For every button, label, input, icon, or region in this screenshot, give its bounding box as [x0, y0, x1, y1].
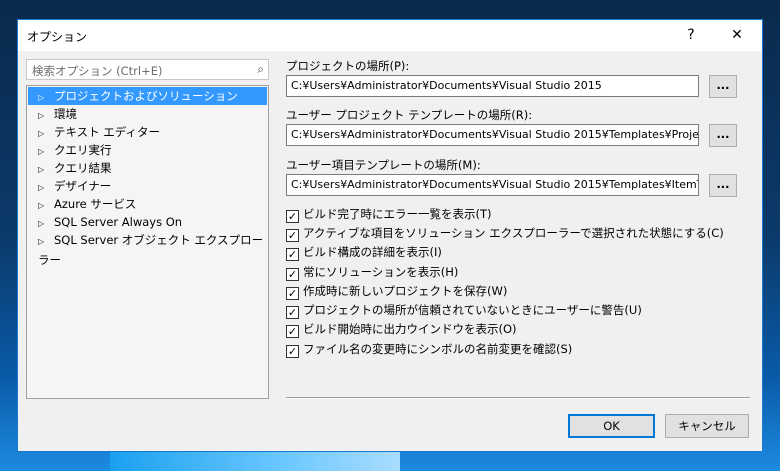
checkbox-track-active-item[interactable]: ✓ アクティブな項目をソリューション エクスプローラーで選択された状態にする(C)	[286, 226, 724, 242]
tree-item-label: デザイナー	[54, 179, 112, 193]
options-dialog: オプション ? ✕ 検索オプション (Ctrl+E) ⌕ ▷ プロジェクトおよびソ…	[17, 19, 763, 452]
tree-item-label: 環境	[54, 107, 77, 121]
tree-item-sql-always-on[interactable]: ▷ SQL Server Always On	[28, 213, 267, 231]
tree-item-sql-object-explorer[interactable]: ▷ SQL Server オブジェクト エクスプローラー	[28, 231, 267, 267]
tree-item-label: プロジェクトおよびソリューション	[54, 89, 238, 103]
tree-item-label: クエリ結果	[54, 161, 112, 175]
search-options-input[interactable]: 検索オプション (Ctrl+E) ⌕	[26, 59, 269, 80]
expand-icon[interactable]: ▷	[38, 233, 54, 251]
checkbox-always-show-solution[interactable]: ✓ 常にソリューションを表示(H)	[286, 265, 458, 281]
tree-item-designer[interactable]: ▷ デザイナー	[28, 177, 267, 195]
tree-item-text-editor[interactable]: ▷ テキスト エディター	[28, 123, 267, 141]
tree-item-label: SQL Server Always On	[54, 215, 183, 229]
cancel-button[interactable]: キャンセル	[665, 414, 749, 438]
close-button[interactable]: ✕	[722, 20, 752, 51]
checkbox-check-icon[interactable]: ✓	[286, 268, 299, 281]
checkbox-show-error-list[interactable]: ✓ ビルド完了時にエラー一覧を表示(T)	[286, 207, 492, 223]
item-template-location-label: ユーザー項目テンプレートの場所(M):	[286, 158, 481, 172]
item-template-browse-button[interactable]: ...	[709, 174, 737, 197]
tree-item-azure-services[interactable]: ▷ Azure サービス	[28, 195, 267, 213]
window-title: オプション	[27, 30, 88, 44]
tree-item-label: SQL Server オブジェクト エクスプローラー	[38, 233, 264, 267]
checkbox-check-icon[interactable]: ✓	[286, 325, 299, 338]
checkbox-check-icon[interactable]: ✓	[286, 248, 299, 261]
checkbox-label: ビルド構成の詳細を表示(I)	[303, 245, 442, 259]
checkbox-check-icon[interactable]: ✓	[286, 287, 299, 300]
tree-item-query-execution[interactable]: ▷ クエリ実行	[28, 141, 267, 159]
help-button[interactable]: ?	[676, 20, 706, 51]
tree-item-projects-solutions[interactable]: ▷ プロジェクトおよびソリューション	[28, 87, 267, 105]
separator	[286, 397, 750, 399]
checkbox-label: アクティブな項目をソリューション エクスプローラーで選択された状態にする(C)	[303, 226, 724, 240]
checkbox-save-new-projects[interactable]: ✓ 作成時に新しいプロジェクトを保存(W)	[286, 284, 507, 300]
title-bar: オプション ? ✕	[18, 20, 762, 51]
checkbox-warn-untrusted-location[interactable]: ✓ プロジェクトの場所が信頼されていないときにユーザーに警告(U)	[286, 303, 642, 319]
options-tree: ▷ プロジェクトおよびソリューション ▷ 環境 ▷ テキスト エディター ▷ クエリ実行…	[26, 85, 269, 399]
project-location-browse-button[interactable]: ...	[709, 75, 737, 98]
tree-item-label: Azure サービス	[54, 197, 137, 211]
checkbox-label: プロジェクトの場所が信頼されていないときにユーザーに警告(U)	[303, 303, 642, 317]
checkbox-label: 常にソリューションを表示(H)	[303, 265, 459, 279]
checkbox-label: ビルド開始時に出力ウインドウを表示(O)	[303, 322, 517, 336]
search-placeholder: 検索オプション (Ctrl+E)	[32, 64, 163, 78]
tree-item-label: テキスト エディター	[54, 125, 161, 139]
project-template-browse-button[interactable]: ...	[709, 124, 737, 147]
tree-item-environment[interactable]: ▷ 環境	[28, 105, 267, 123]
ok-button[interactable]: OK	[568, 414, 655, 438]
checkbox-check-icon[interactable]: ✓	[286, 306, 299, 319]
checkbox-build-config-details[interactable]: ✓ ビルド構成の詳細を表示(I)	[286, 245, 442, 261]
project-template-location-input[interactable]: C:¥Users¥Administrator¥Documents¥Visual …	[286, 124, 699, 146]
item-template-location-input[interactable]: C:¥Users¥Administrator¥Documents¥Visual …	[286, 174, 699, 196]
project-template-location-label: ユーザー プロジェクト テンプレートの場所(R):	[286, 108, 533, 122]
checkbox-show-output-window[interactable]: ✓ ビルド開始時に出力ウインドウを表示(O)	[286, 322, 517, 338]
checkbox-label: 作成時に新しいプロジェクトを保存(W)	[303, 284, 508, 298]
project-location-input[interactable]: C:¥Users¥Administrator¥Documents¥Visual …	[286, 75, 699, 97]
search-icon[interactable]: ⌕	[257, 62, 264, 77]
checkbox-label: ファイル名の変更時にシンボルの名前変更を確認(S)	[303, 342, 573, 356]
checkbox-check-icon[interactable]: ✓	[286, 229, 299, 242]
checkbox-label: ビルド完了時にエラー一覧を表示(T)	[303, 207, 492, 221]
checkbox-confirm-symbol-rename[interactable]: ✓ ファイル名の変更時にシンボルの名前変更を確認(S)	[286, 342, 572, 358]
checkbox-check-icon[interactable]: ✓	[286, 210, 299, 223]
checkbox-check-icon[interactable]: ✓	[286, 345, 299, 358]
tree-item-label: クエリ実行	[54, 143, 112, 157]
project-location-label: プロジェクトの場所(P):	[286, 59, 410, 73]
tree-item-query-results[interactable]: ▷ クエリ結果	[28, 159, 267, 177]
